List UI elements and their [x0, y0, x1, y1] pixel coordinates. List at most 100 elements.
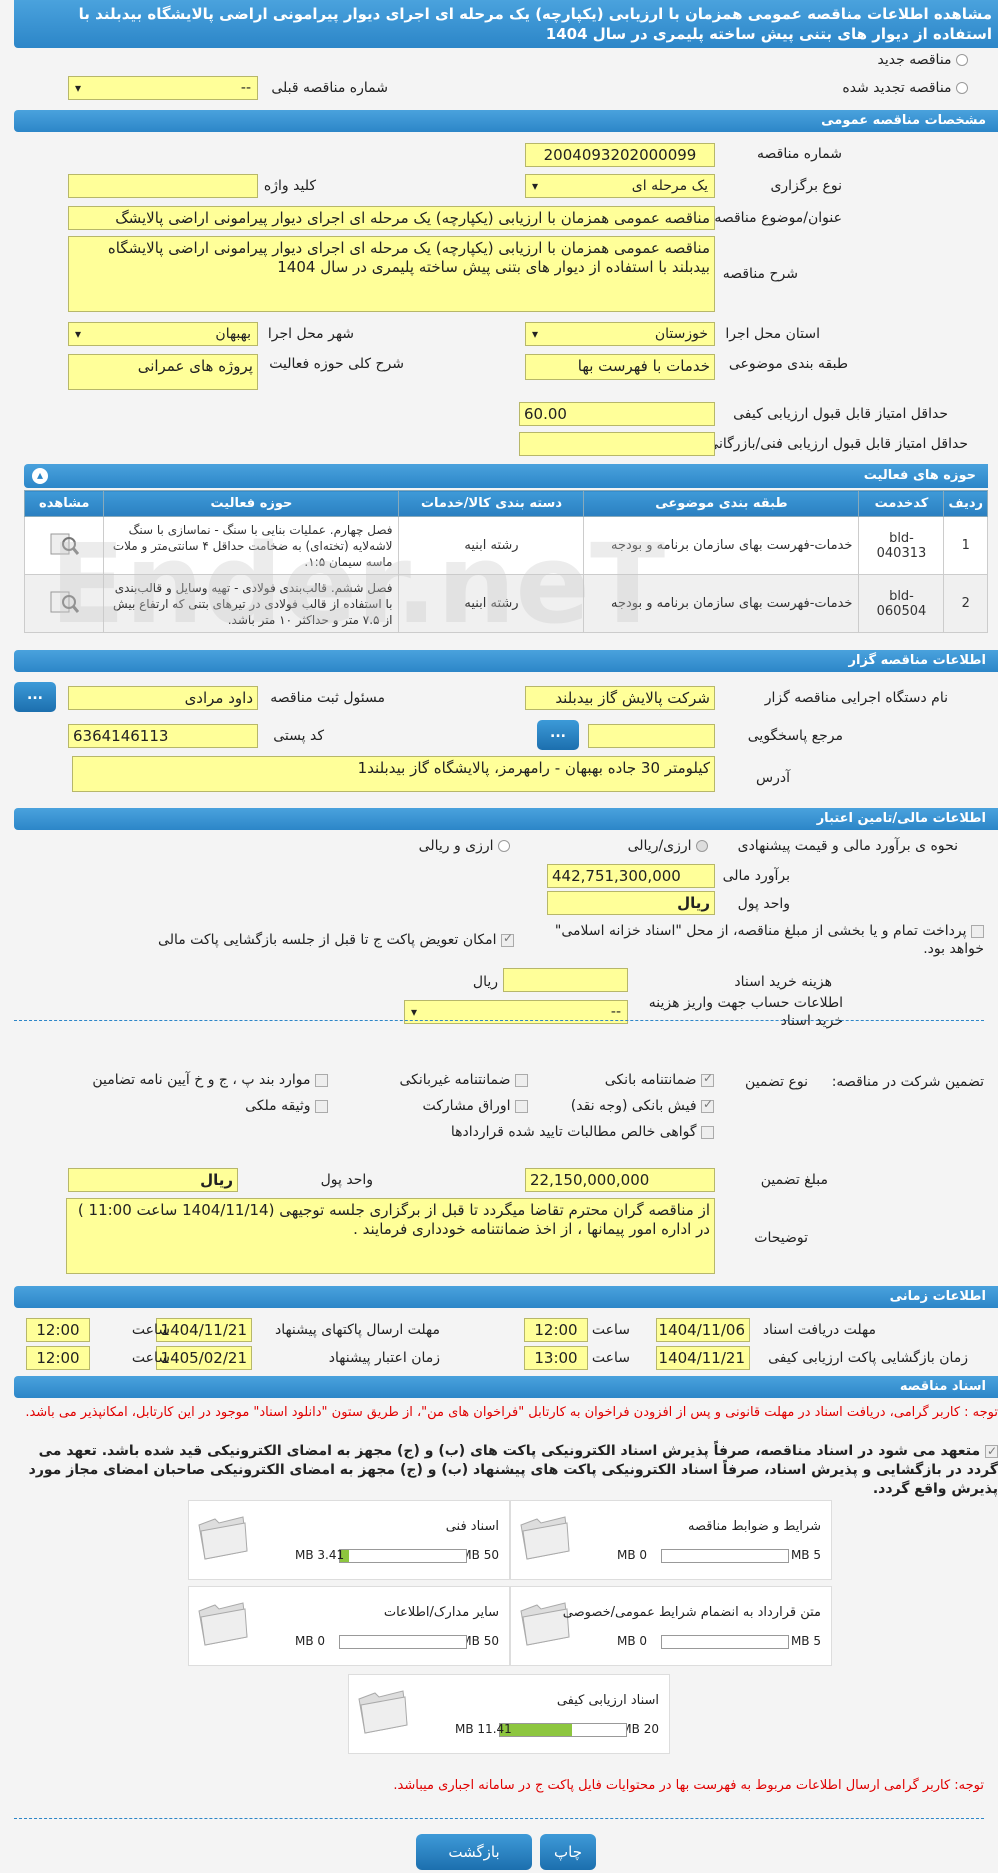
- estimate-field: 442,751,300,000: [547, 864, 715, 888]
- print-button[interactable]: چاپ: [540, 1834, 596, 1870]
- service-code: bld-040313: [858, 516, 945, 575]
- doc-card[interactable]: اسناد ارزیابی کیفی 20 MB 11.41 MB: [348, 1674, 670, 1754]
- row-category: خدمات-فهرست بهای سازمان برنامه و بودجه: [583, 516, 860, 575]
- time-label: ساعت: [591, 1322, 630, 1338]
- doc-card-title: سایر مدارک/اطلاعات: [383, 1605, 499, 1620]
- time-label: ساعت: [131, 1350, 170, 1366]
- property-checkbox[interactable]: وثیقه ملکی: [245, 1098, 328, 1114]
- reference-more-button[interactable]: ...: [537, 720, 579, 750]
- city-label: شهر محل اجرا: [267, 326, 354, 342]
- new-tender-radio[interactable]: مناقصه جدید: [878, 52, 968, 68]
- commitment-checkbox[interactable]: متعهد می شود در اسناد مناقصه، صرفاً پذیر…: [14, 1442, 998, 1499]
- folder-icon: [358, 1690, 408, 1734]
- category-field: خدمات با فهرست بها: [525, 354, 715, 380]
- chevron-down-icon: ▾: [75, 81, 82, 95]
- city-value: بهبهان: [215, 326, 251, 342]
- guarantee-notes-field: از مناقصه گران محترم تقاضا میگردد تا قبل…: [66, 1198, 715, 1274]
- clauses-label: موارد بند پ ، ج و خ آیین نامه تضامین: [92, 1072, 311, 1088]
- scope-label: شرح کلی حوزه فعالیت: [269, 356, 404, 372]
- renewed-tender-radio[interactable]: مناقصه تجدید شده: [842, 80, 968, 96]
- keyword-field[interactable]: [68, 174, 258, 198]
- estimate-method-label: نحوه ی برآورد مالی و قیمت پیشنهادی: [737, 838, 958, 854]
- fx-and-rial-radio[interactable]: ارزی و ریالی: [419, 838, 510, 854]
- view-icon[interactable]: [23, 574, 105, 633]
- activities-header-text: حوزه های فعالیت: [863, 468, 976, 483]
- doc-card-current: 0 MB: [617, 1548, 648, 1562]
- documents-notice: توجه : کاربر گرامی، دریافت اسناد در مهلت…: [25, 1405, 998, 1420]
- currency-field: ریال: [547, 891, 715, 915]
- rial-fx-label: ارزی/ریالی: [627, 838, 692, 854]
- fx-and-rial-label: ارزی و ریالی: [418, 838, 494, 854]
- row-number: 1: [943, 516, 988, 575]
- bonds-label: اوراق مشارکت: [422, 1098, 511, 1114]
- guarantee-type-label: نوع تضمین: [745, 1074, 808, 1090]
- chevron-down-icon: ▾: [75, 327, 82, 341]
- keyword-label: کلید واژه: [263, 178, 316, 194]
- doc-card-title: اسناد فنی: [445, 1519, 499, 1534]
- clauses-checkbox[interactable]: موارد بند پ ، ج و خ آیین نامه تضامین: [92, 1072, 328, 1088]
- tender-type-select[interactable]: یک مرحله ای ▾: [525, 174, 715, 198]
- organizer-section-header: اطلاعات مناقصه گزار: [14, 650, 998, 672]
- province-label: استان محل اجرا: [725, 326, 820, 342]
- tender-number-label: شماره مناقصه: [757, 146, 842, 162]
- row-scope: فصل ششم. قالب‌بندی فولادی - تهیه وسایل و…: [103, 574, 400, 633]
- view-icon[interactable]: [23, 516, 105, 575]
- doc-card-current: 3.41 MB: [295, 1548, 345, 1562]
- validity-date: 1405/02/21: [156, 1346, 252, 1370]
- activities-table: ردیف کدخدمت طبقه بندی موضوعی دسته بندی ک…: [23, 490, 988, 633]
- col-header-view: مشاهده: [23, 490, 105, 517]
- progress-bar: [339, 1635, 467, 1649]
- divider: [14, 1818, 984, 1819]
- doc-card[interactable]: متن قرارداد به انضمام شرایط عمومی/خصوصی …: [510, 1586, 832, 1666]
- subject-label: عنوان/موضوع مناقصه: [714, 210, 842, 226]
- min-tech-field: [519, 432, 715, 456]
- doc-card[interactable]: سایر مدارک/اطلاعات 50 MB 0 MB: [188, 1586, 510, 1666]
- general-section-header: مشخصات مناقصه عمومی: [14, 110, 998, 132]
- time-label: ساعت: [591, 1350, 630, 1366]
- min-tech-label: حداقل امتیاز قابل قبول ارزیابی فنی/بازرگ…: [707, 436, 968, 452]
- treasury-checkbox[interactable]: پرداخت تمام و یا بخشی از مبلغ مناقصه، از…: [534, 922, 984, 958]
- progress-bar: [339, 1549, 467, 1563]
- bonds-checkbox[interactable]: اوراق مشارکت: [422, 1098, 528, 1114]
- city-select[interactable]: بهبهان ▾: [68, 322, 258, 346]
- bank-guarantee-label: ضمانتنامه بانکی: [604, 1072, 697, 1088]
- doc-card-max: 5 MB: [790, 1634, 821, 1648]
- doc-fee-field: [503, 968, 628, 992]
- col-header-row: ردیف: [943, 490, 988, 517]
- table-row: 2 bld-060504 خدمات-فهرست بهای سازمان برن…: [23, 574, 988, 633]
- swap-checkbox[interactable]: امکان تعویض پاکت ج تا قبل از جلسه بازگشا…: [158, 931, 514, 948]
- tender-type-value: یک مرحله ای: [631, 178, 708, 194]
- org-label: نام دستگاه اجرایی مناقصه گزار: [764, 690, 948, 706]
- scope-field: پروژه های عمرانی: [68, 354, 258, 390]
- bank-guarantee-checkbox[interactable]: ضمانتنامه بانکی: [604, 1071, 714, 1088]
- col-header-scope: حوزه فعالیت: [103, 490, 400, 517]
- rial-fx-radio[interactable]: ارزی/ریالی: [628, 838, 708, 854]
- receive-docs-date: 1404/11/06: [656, 1318, 750, 1342]
- postal-code-field: 6364146113: [68, 724, 258, 748]
- back-button[interactable]: بازگشت: [416, 1834, 532, 1870]
- new-tender-label: مناقصه جدید: [877, 52, 952, 68]
- table-header-row: ردیف کدخدمت طبقه بندی موضوعی دسته بندی ک…: [23, 490, 988, 517]
- nonbank-guarantee-checkbox[interactable]: ضمانتنامه غیربانکی: [400, 1072, 528, 1088]
- page-title: مشاهده اطلاعات مناقصه عمومی همزمان با ار…: [14, 0, 998, 48]
- doc-card[interactable]: شرایط و ضوابط مناقصه 5 MB 0 MB: [510, 1500, 832, 1580]
- timing-section-header: اطلاعات زمانی: [14, 1286, 998, 1308]
- estimate-label: برآورد مالی: [722, 868, 790, 884]
- guarantee-amount-label: مبلغ تضمین: [760, 1172, 828, 1188]
- collapse-icon[interactable]: ▴: [32, 468, 48, 484]
- send-bids-label: مهلت ارسال پاکتهای پیشنهاد: [274, 1322, 440, 1338]
- service-code: bld-060504: [858, 574, 945, 633]
- receivables-checkbox[interactable]: گواهی خالص مطالبات تایید شده قراردادها: [451, 1124, 714, 1140]
- doc-fee-label: هزینه خرید اسناد: [734, 974, 832, 990]
- province-select[interactable]: خوزستان ▾: [525, 322, 715, 346]
- row-group: رشته ابنیه: [398, 574, 585, 633]
- prev-number-select[interactable]: -- ▾: [68, 76, 258, 100]
- bank-receipt-checkbox[interactable]: فیش بانکی (وجه نقد): [571, 1097, 714, 1114]
- doc-card[interactable]: اسناد فنی 50 MB 3.41 MB: [188, 1500, 510, 1580]
- doc-fee-unit: ریال: [472, 974, 498, 990]
- guarantee-label: تضمین شرکت در مناقصه:: [831, 1074, 984, 1090]
- doc-card-title: متن قرارداد به انضمام شرایط عمومی/خصوصی: [562, 1605, 821, 1620]
- reference-field: [588, 724, 715, 748]
- org-more-button[interactable]: ...: [14, 682, 56, 712]
- min-quality-label: حداقل امتیاز قابل قبول ارزیابی کیفی: [733, 406, 948, 422]
